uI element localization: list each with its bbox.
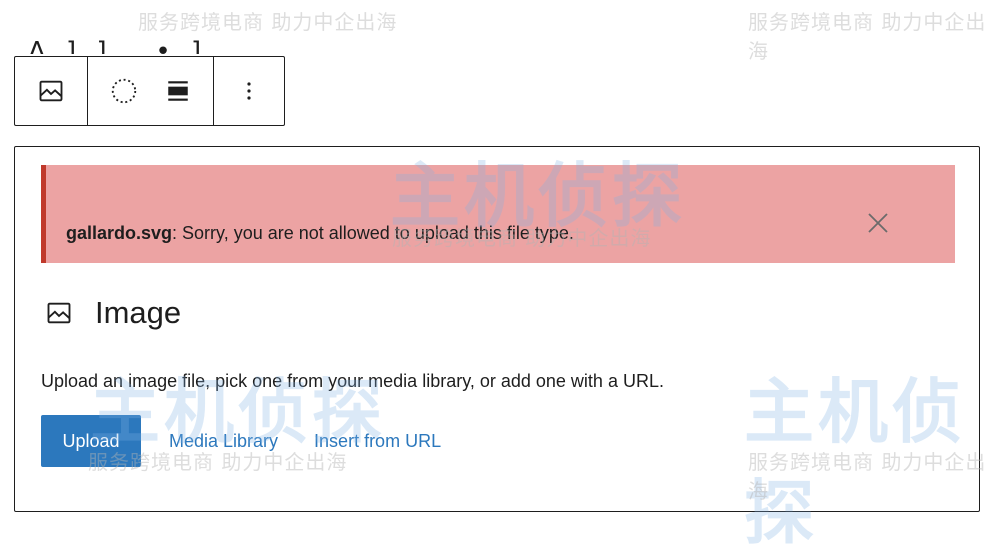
block-type-button[interactable] (33, 73, 69, 109)
more-options-icon (247, 82, 251, 100)
insert-from-url-button[interactable]: Insert from URL (314, 431, 441, 452)
block-toolbar (14, 56, 285, 126)
image-icon (47, 302, 71, 324)
notice-dismiss-button[interactable] (864, 209, 892, 237)
watermark-slogan: 服务跨境电商 助力中企出海 (748, 10, 987, 63)
error-message: : Sorry, you are not allowed to upload t… (172, 223, 574, 243)
align-button[interactable] (160, 73, 196, 109)
placeholder-header: Image (45, 295, 181, 331)
error-notice: gallardo.svg: Sorry, you are not allowed… (41, 165, 955, 263)
align-icon (167, 81, 188, 101)
error-filename: gallardo.svg (66, 223, 173, 243)
circle-crop-button[interactable] (106, 73, 142, 109)
media-library-button[interactable]: Media Library (169, 431, 278, 452)
error-notice-text: gallardo.svg: Sorry, you are not allowed… (66, 223, 574, 244)
placeholder-actions: Upload Media Library Insert from URL (41, 415, 441, 467)
image-block-placeholder: gallardo.svg: Sorry, you are not allowed… (14, 146, 980, 512)
toolbar-group-options (213, 57, 284, 125)
clipped-heading-text: Λ ] ] ‚ • ] (28, 37, 208, 54)
toolbar-group-tools (87, 57, 213, 125)
more-options-button[interactable] (231, 73, 267, 109)
close-icon (868, 213, 888, 233)
image-icon (39, 80, 63, 102)
circle-crop-icon (111, 78, 136, 104)
toolbar-group-block-type (15, 57, 87, 125)
upload-button[interactable]: Upload (41, 415, 141, 467)
placeholder-instructions: Upload an image file, pick one from your… (41, 371, 664, 391)
placeholder-title: Image (95, 295, 182, 330)
